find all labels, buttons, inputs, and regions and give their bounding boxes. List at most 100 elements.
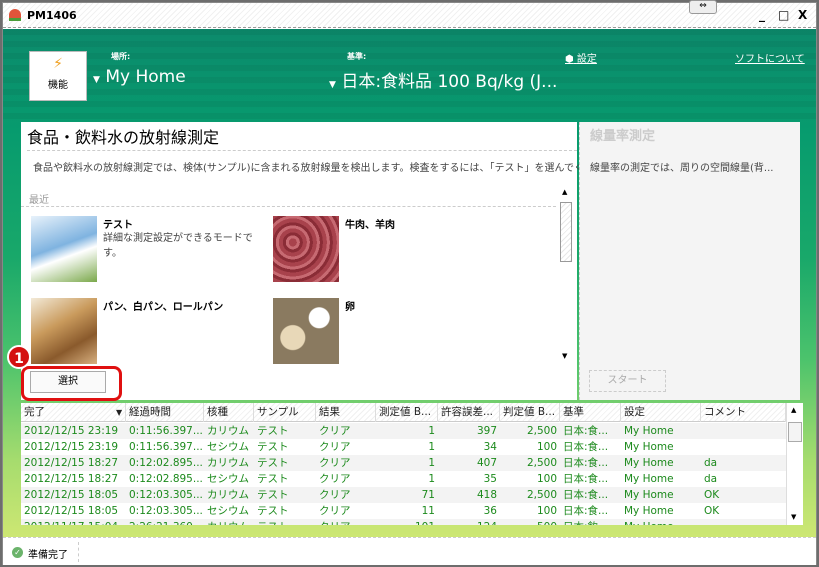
column-header-tolerance[interactable]: 許容誤差... [438, 403, 500, 422]
scrollbar-thumb[interactable] [560, 202, 572, 262]
cell-result: クリア [319, 473, 351, 485]
cell-tolerance: 35 [483, 473, 497, 485]
column-header-measured[interactable]: 測定値 B... [376, 403, 438, 422]
cell-tolerance: 124 [438, 519, 500, 525]
column-header-result[interactable]: 結果 [316, 403, 376, 422]
status-text: 準備完了 [28, 550, 68, 561]
cell-setting: My Home [624, 441, 674, 453]
sort-desc-icon[interactable]: ▼ [113, 403, 125, 422]
cell-result: クリア [319, 489, 351, 501]
app-window: PM1406 ⇔ _ □ X ⚡ 機能 場所: ▼ My Home 基準: ▼ … [2, 0, 817, 565]
cell-completed: 2012/11/17 15:04 [21, 519, 126, 525]
item-test[interactable]: テスト 詳細な測定設定ができるモードです。 [31, 216, 271, 284]
column-header-sample[interactable]: サンプル [254, 403, 316, 422]
item-eggs[interactable]: 卵 [273, 298, 513, 366]
location-label: 場所: [111, 52, 131, 61]
cell-measured: 101 [376, 519, 438, 525]
cell-standard: 日本:食... [563, 441, 609, 453]
cell-measured: 1 [428, 457, 435, 469]
cell-judgment: 2,500 [526, 425, 557, 437]
scroll-up-icon[interactable]: ▲ [791, 406, 796, 414]
cell-standard: 日本:飲... [560, 519, 621, 525]
cell-sample: テスト [257, 505, 289, 517]
standard-value: 日本:食料品 100 Bq/kg (J... [341, 72, 558, 92]
cell-result: クリア [319, 425, 351, 437]
cell-completed: 2012/12/15 18:27 [24, 457, 119, 469]
minimize-button[interactable]: _ [759, 8, 765, 22]
recent-label: 最近 [29, 195, 49, 206]
cell-sample: テスト [257, 425, 289, 437]
cell-elapsed: 0:12:03.305... [129, 489, 203, 501]
cell-measured: 1 [428, 473, 435, 485]
meat-image [273, 216, 339, 282]
table-row[interactable]: 2012/12/15 23:19 0:11:56.397... セシウム テスト クリア… [21, 439, 786, 455]
column-header-standard[interactable]: 基準 [560, 403, 621, 422]
scroll-down-icon[interactable]: ▼ [791, 513, 796, 521]
location-value: My Home [105, 67, 186, 87]
table-row[interactable]: 2012/11/17 15:042:26:21.360...カリウムテストクリア… [21, 519, 786, 525]
table-row[interactable]: 2012/12/15 18:27 0:12:02.895... セシウム テスト クリア… [21, 471, 786, 487]
table-row[interactable]: 2012/12/15 18:05 0:12:03.305... カリウム テスト クリア… [21, 487, 786, 503]
cell-measured: 11 [421, 505, 435, 517]
settings-link[interactable]: ⬢ 設定 [565, 50, 597, 65]
food-measurement-panel: 食品・飲料水の放射線測定 食品や飲料水の放射線測定では、検体(サンプル)に含まれ… [21, 122, 594, 400]
cell-elapsed: 0:11:56.397... [129, 425, 203, 437]
standard-dropdown[interactable]: ▼ 日本:食料品 100 Bq/kg (J... [329, 67, 557, 92]
item-name: 牛肉、羊肉 [345, 220, 395, 231]
table-row[interactable]: 2012/12/15 23:19 0:11:56.397... カリウム テスト クリア… [21, 423, 786, 439]
item-bread[interactable]: パン、白パン、ロールパン [31, 298, 271, 366]
table-header[interactable]: 完了 経過時間 核種 サンプル 結果 測定値 B... 許容誤差... 判定値 B... 基準設… [21, 403, 786, 422]
resize-grip-icon[interactable]: ⇔ [689, 0, 717, 14]
cell-measured: 1 [428, 425, 435, 437]
title-bar: PM1406 ⇔ _ □ X [3, 0, 816, 28]
column-header-elapsed[interactable]: 経過時間 [126, 403, 204, 422]
about-link[interactable]: ソフトについて [735, 50, 805, 65]
start-button[interactable]: スタート [589, 370, 666, 392]
function-button[interactable]: ⚡ 機能 [29, 51, 87, 101]
column-header-nuclide[interactable]: 核種 [204, 403, 254, 422]
cell-tolerance: 34 [483, 441, 497, 453]
cell-completed: 2012/12/15 23:19 [24, 425, 119, 437]
items-scrollbar[interactable]: ▲ ▼ [559, 188, 573, 364]
scroll-up-icon[interactable]: ▲ [562, 188, 567, 196]
column-header-comment[interactable]: コメント [701, 403, 786, 422]
table-row[interactable]: 2012/12/15 18:27 0:12:02.895... カリウム テスト クリア… [21, 455, 786, 471]
maximize-button[interactable]: □ [778, 8, 789, 22]
column-header-completed[interactable]: 完了 [21, 403, 126, 422]
cell-sample: テスト [257, 489, 289, 501]
table-scrollbar[interactable]: ▲ ▼ [786, 403, 803, 525]
cell-setting: My Home [624, 505, 674, 517]
item-beef-lamb[interactable]: 牛肉、羊肉 [273, 216, 513, 284]
scrollbar-thumb[interactable] [788, 422, 802, 442]
cell-nuclide: カリウム [204, 519, 254, 525]
column-header-setting[interactable]: 設定 [621, 403, 701, 422]
cell-judgment: 100 [536, 473, 557, 485]
cell-result: クリア [319, 505, 351, 517]
panel-title: 食品・飲料水の放射線測定 [27, 124, 577, 151]
cell-sample: テスト [254, 519, 316, 525]
cell-elapsed: 0:11:56.397... [129, 441, 203, 453]
gear-icon: ⬢ [565, 54, 574, 65]
cell-nuclide: カリウム [207, 489, 249, 501]
item-description: 詳細な測定設定ができるモードです。 [103, 233, 253, 259]
cell-tolerance: 36 [483, 505, 497, 517]
cell-standard: 日本:食... [563, 505, 609, 517]
cell-completed: 2012/12/15 18:27 [24, 473, 119, 485]
cell-judgment: 100 [536, 505, 557, 517]
cell-setting: My Home [624, 457, 674, 469]
cell-comment: OK [704, 505, 720, 517]
chevron-down-icon: ▼ [93, 75, 100, 85]
results-table: 完了 経過時間 核種 サンプル 結果 測定値 B... 許容誤差... 判定値 B... 基準設… [21, 403, 803, 525]
callout-number-badge: 1 [7, 345, 31, 369]
scroll-down-icon[interactable]: ▼ [562, 352, 567, 360]
callout-highlight [21, 366, 122, 401]
table-row[interactable]: 2012/12/15 18:05 0:12:03.305... セシウム テスト クリア… [21, 503, 786, 519]
cell-tolerance: 397 [476, 425, 497, 437]
close-button[interactable]: X [798, 8, 807, 22]
watermelon-logo-icon [9, 9, 21, 21]
cell-completed: 2012/12/15 18:05 [24, 489, 119, 501]
column-header-judgment[interactable]: 判定値 B... [500, 403, 560, 422]
location-dropdown[interactable]: ▼ My Home [93, 67, 186, 87]
cell-comment [701, 439, 786, 455]
cell-tolerance: 418 [476, 489, 497, 501]
